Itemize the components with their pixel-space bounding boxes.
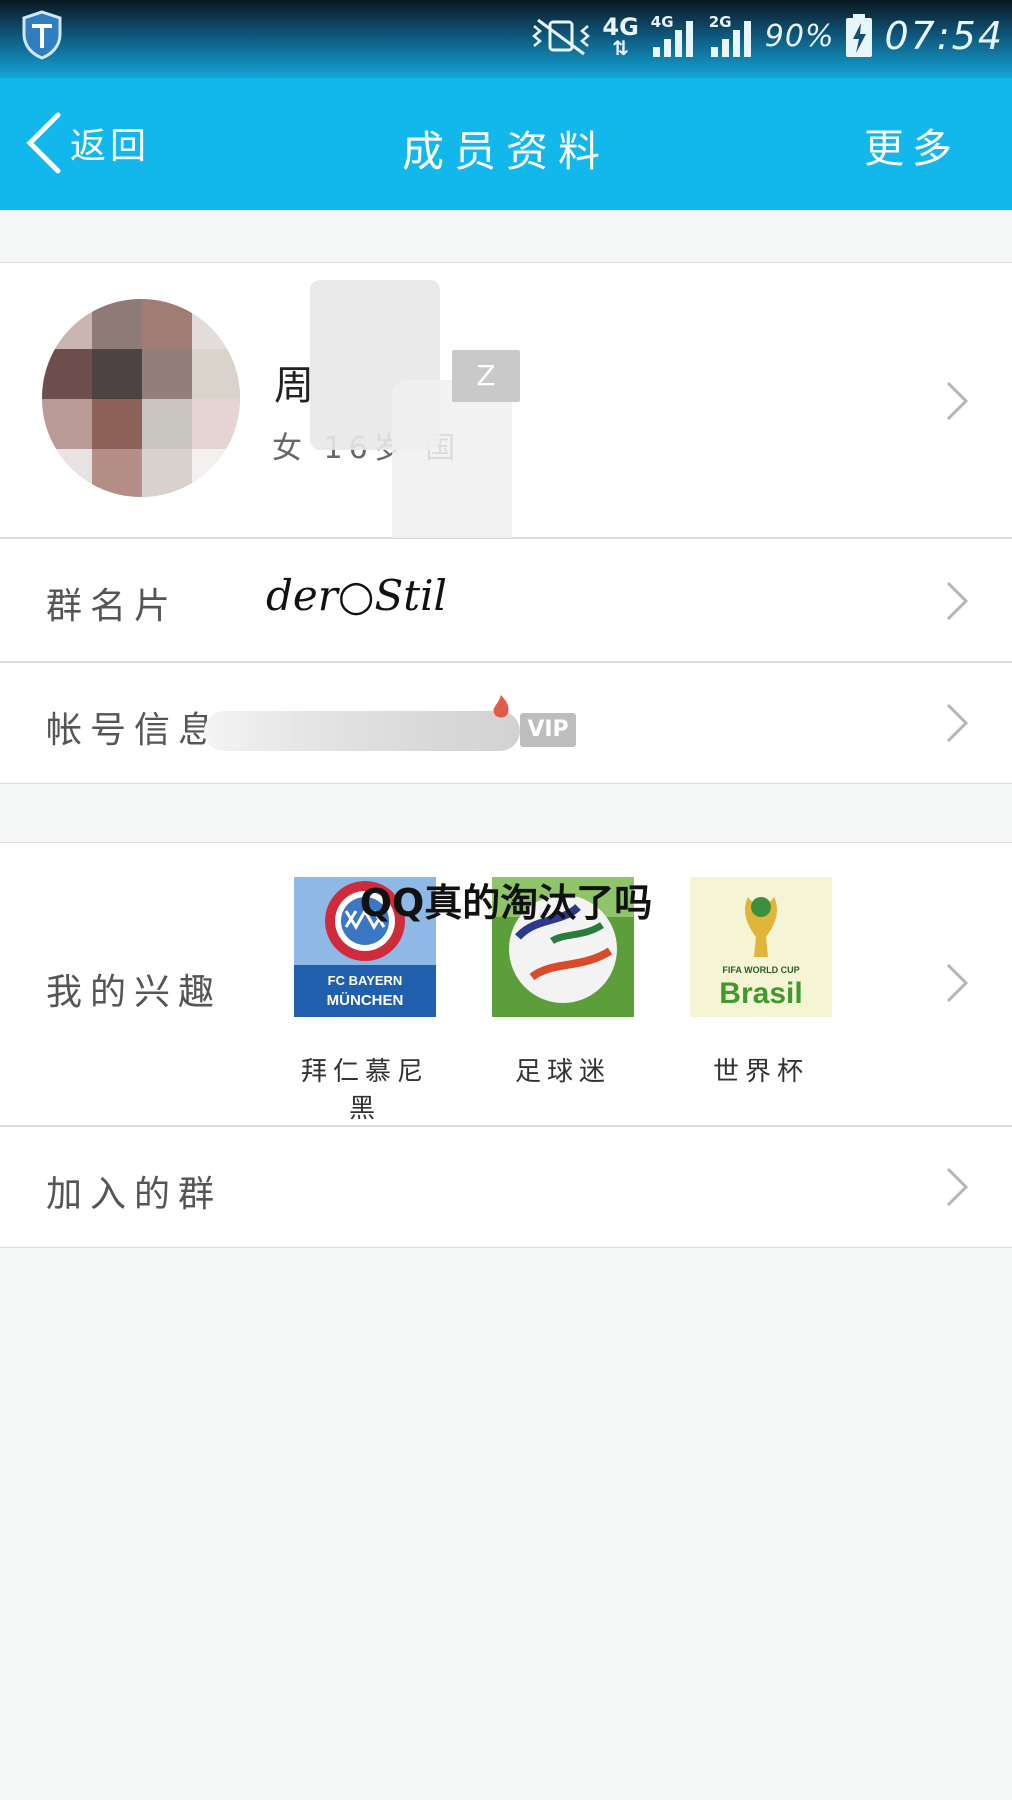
profile-name: 周: [274, 363, 314, 409]
interest-label: 拜仁慕尼黑: [300, 1057, 429, 1124]
group-card-value: der○Stil: [266, 571, 447, 620]
shield-icon: [22, 10, 62, 60]
group-card-label: 群名片: [46, 586, 179, 627]
redaction-blur: [204, 711, 520, 751]
battery-percent: 90%: [764, 18, 835, 54]
svg-text:FC BAYERN: FC BAYERN: [328, 973, 403, 988]
interest-label: 世界杯: [712, 1057, 809, 1087]
vip-crown-icon: [493, 695, 509, 718]
overlay-caption: QQ真的淘汰了吗: [359, 881, 653, 925]
svg-text:MÜNCHEN: MÜNCHEN: [327, 992, 404, 1009]
interest-label: 足球迷: [514, 1057, 611, 1087]
signal-icon: 2G: [707, 13, 755, 59]
network-type-indicator: 4G ⇅: [602, 13, 639, 60]
joined-groups-label: 加入的群: [46, 1174, 223, 1215]
svg-text:FIFA WORLD CUP: FIFA WORLD CUP: [722, 965, 799, 975]
svg-text:Brasil: Brasil: [719, 977, 802, 1010]
group-card-row[interactable]: 群名片 der○Stil: [0, 538, 1012, 662]
profile-badge: Z: [452, 350, 520, 402]
chevron-right-icon: [946, 1167, 969, 1207]
chevron-right-icon: [946, 381, 969, 421]
clock: 07:54: [884, 14, 1004, 58]
account-info-row[interactable]: 帐号信息 VIP: [0, 662, 1012, 784]
member-profile-page: 4G ⇅ 4G 2G 90% 07:54 返回 成员资料 更多 周 女 Z 群名…: [0, 0, 1012, 1800]
joined-groups-row[interactable]: 加入的群: [0, 1126, 1012, 1248]
signal-icon: 4G: [649, 13, 697, 59]
status-bar: 4G ⇅ 4G 2G 90% 07:54: [0, 0, 1012, 78]
battery-charging-icon: [846, 14, 873, 57]
chevron-right-icon: [946, 963, 969, 1003]
chevron-right-icon: [946, 581, 969, 621]
page-title: 成员资料: [401, 127, 610, 176]
avatar-mosaic: [42, 299, 240, 497]
interests-label: 我的兴趣: [46, 972, 223, 1013]
vibrate-mute-icon: [532, 18, 591, 56]
avatar[interactable]: [42, 299, 240, 497]
vip-badge: VIP: [520, 713, 576, 747]
title-bar: 返回 成员资料 更多: [0, 78, 1012, 210]
more-button[interactable]: 更多: [864, 116, 960, 174]
chevron-right-icon: [946, 703, 969, 743]
account-info-label: 帐号信息: [46, 710, 223, 751]
